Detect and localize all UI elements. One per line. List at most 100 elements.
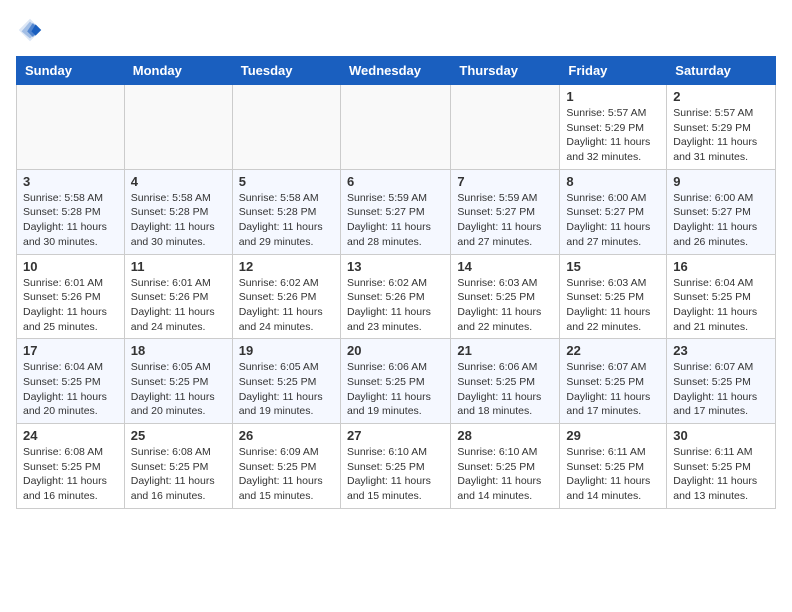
- calendar-cell: [17, 85, 125, 170]
- day-info: Sunrise: 6:08 AM Sunset: 5:25 PM Dayligh…: [23, 445, 118, 504]
- day-number: 11: [131, 259, 226, 274]
- calendar-cell: 9 Sunrise: 6:00 AM Sunset: 5:27 PM Daylig…: [667, 169, 776, 254]
- day-info: Sunrise: 6:02 AM Sunset: 5:26 PM Dayligh…: [347, 276, 444, 335]
- calendar-cell: 20 Sunrise: 6:06 AM Sunset: 5:25 PM Dayli…: [340, 339, 450, 424]
- day-info: Sunrise: 5:58 AM Sunset: 5:28 PM Dayligh…: [131, 191, 226, 250]
- calendar-cell: 12 Sunrise: 6:02 AM Sunset: 5:26 PM Dayli…: [232, 254, 340, 339]
- day-info: Sunrise: 5:59 AM Sunset: 5:27 PM Dayligh…: [347, 191, 444, 250]
- day-number: 18: [131, 343, 226, 358]
- day-number: 12: [239, 259, 334, 274]
- day-number: 14: [457, 259, 553, 274]
- day-info: Sunrise: 6:06 AM Sunset: 5:25 PM Dayligh…: [347, 360, 444, 419]
- calendar-week-3: 10Sunrise: 6:01 AM Sunset: 5:26 PM Dayli…: [17, 254, 776, 339]
- day-number: 16: [673, 259, 769, 274]
- day-number: 3: [23, 174, 118, 189]
- calendar-week-1: 1Sunrise: 5:57 AM Sunset: 5:29 PM Daylig…: [17, 85, 776, 170]
- calendar-week-5: 24 Sunrise: 6:08 AM Sunset: 5:25 PM Dayli…: [17, 424, 776, 509]
- calendar-cell: 21Sunrise: 6:06 AM Sunset: 5:25 PM Dayli…: [451, 339, 560, 424]
- calendar-cell: 19 Sunrise: 6:05 AM Sunset: 5:25 PM Dayli…: [232, 339, 340, 424]
- day-info: Sunrise: 6:03 AM Sunset: 5:25 PM Dayligh…: [566, 276, 660, 335]
- calendar-cell: 30 Sunrise: 6:11 AM Sunset: 5:25 PM Dayli…: [667, 424, 776, 509]
- day-info: Sunrise: 5:58 AM Sunset: 5:28 PM Dayligh…: [23, 191, 118, 250]
- day-number: 9: [673, 174, 769, 189]
- calendar-cell: [232, 85, 340, 170]
- day-header-tuesday: Tuesday: [232, 57, 340, 85]
- day-info: Sunrise: 6:05 AM Sunset: 5:25 PM Dayligh…: [239, 360, 334, 419]
- day-number: 17: [23, 343, 118, 358]
- day-info: Sunrise: 6:11 AM Sunset: 5:25 PM Dayligh…: [566, 445, 660, 504]
- calendar-cell: [340, 85, 450, 170]
- day-number: 20: [347, 343, 444, 358]
- page-header: [16, 16, 776, 44]
- calendar-cell: 24 Sunrise: 6:08 AM Sunset: 5:25 PM Dayli…: [17, 424, 125, 509]
- day-number: 13: [347, 259, 444, 274]
- day-info: Sunrise: 6:04 AM Sunset: 5:25 PM Dayligh…: [673, 276, 769, 335]
- calendar-cell: 27 Sunrise: 6:10 AM Sunset: 5:25 PM Dayli…: [340, 424, 450, 509]
- day-info: Sunrise: 6:00 AM Sunset: 5:27 PM Dayligh…: [566, 191, 660, 250]
- day-info: Sunrise: 5:58 AM Sunset: 5:28 PM Dayligh…: [239, 191, 334, 250]
- calendar-cell: 10Sunrise: 6:01 AM Sunset: 5:26 PM Dayli…: [17, 254, 125, 339]
- day-number: 26: [239, 428, 334, 443]
- day-number: 2: [673, 89, 769, 104]
- logo-icon: [16, 16, 44, 44]
- day-header-sunday: Sunday: [17, 57, 125, 85]
- calendar-cell: 28Sunrise: 6:10 AM Sunset: 5:25 PM Dayli…: [451, 424, 560, 509]
- day-number: 6: [347, 174, 444, 189]
- calendar-cell: 13 Sunrise: 6:02 AM Sunset: 5:26 PM Dayli…: [340, 254, 450, 339]
- calendar-week-4: 17 Sunrise: 6:04 AM Sunset: 5:25 PM Dayli…: [17, 339, 776, 424]
- day-info: Sunrise: 6:06 AM Sunset: 5:25 PM Dayligh…: [457, 360, 553, 419]
- day-header-monday: Monday: [124, 57, 232, 85]
- calendar-cell: 23Sunrise: 6:07 AM Sunset: 5:25 PM Dayli…: [667, 339, 776, 424]
- day-header-saturday: Saturday: [667, 57, 776, 85]
- day-number: 5: [239, 174, 334, 189]
- day-number: 15: [566, 259, 660, 274]
- day-number: 19: [239, 343, 334, 358]
- calendar-cell: 7 Sunrise: 5:59 AM Sunset: 5:27 PM Daylig…: [451, 169, 560, 254]
- day-number: 8: [566, 174, 660, 189]
- calendar-cell: 22 Sunrise: 6:07 AM Sunset: 5:25 PM Dayli…: [560, 339, 667, 424]
- calendar-header-row: SundayMondayTuesdayWednesdayThursdayFrid…: [17, 57, 776, 85]
- day-info: Sunrise: 6:07 AM Sunset: 5:25 PM Dayligh…: [566, 360, 660, 419]
- day-header-thursday: Thursday: [451, 57, 560, 85]
- day-number: 30: [673, 428, 769, 443]
- calendar-cell: 25 Sunrise: 6:08 AM Sunset: 5:25 PM Dayli…: [124, 424, 232, 509]
- calendar-cell: 6 Sunrise: 5:59 AM Sunset: 5:27 PM Daylig…: [340, 169, 450, 254]
- day-info: Sunrise: 6:11 AM Sunset: 5:25 PM Dayligh…: [673, 445, 769, 504]
- day-info: Sunrise: 5:57 AM Sunset: 5:29 PM Dayligh…: [566, 106, 660, 165]
- calendar-cell: 15 Sunrise: 6:03 AM Sunset: 5:25 PM Dayli…: [560, 254, 667, 339]
- day-number: 27: [347, 428, 444, 443]
- calendar-cell: [451, 85, 560, 170]
- day-number: 22: [566, 343, 660, 358]
- calendar-table: SundayMondayTuesdayWednesdayThursdayFrid…: [16, 56, 776, 509]
- day-info: Sunrise: 6:09 AM Sunset: 5:25 PM Dayligh…: [239, 445, 334, 504]
- day-info: Sunrise: 6:00 AM Sunset: 5:27 PM Dayligh…: [673, 191, 769, 250]
- calendar-cell: 14 Sunrise: 6:03 AM Sunset: 5:25 PM Dayli…: [451, 254, 560, 339]
- calendar-cell: 8 Sunrise: 6:00 AM Sunset: 5:27 PM Daylig…: [560, 169, 667, 254]
- day-info: Sunrise: 6:03 AM Sunset: 5:25 PM Dayligh…: [457, 276, 553, 335]
- day-number: 10: [23, 259, 118, 274]
- day-number: 24: [23, 428, 118, 443]
- day-number: 4: [131, 174, 226, 189]
- day-number: 29: [566, 428, 660, 443]
- calendar-cell: 29 Sunrise: 6:11 AM Sunset: 5:25 PM Dayli…: [560, 424, 667, 509]
- day-number: 25: [131, 428, 226, 443]
- day-number: 28: [457, 428, 553, 443]
- calendar-cell: 4 Sunrise: 5:58 AM Sunset: 5:28 PM Daylig…: [124, 169, 232, 254]
- day-info: Sunrise: 6:08 AM Sunset: 5:25 PM Dayligh…: [131, 445, 226, 504]
- calendar-cell: 18 Sunrise: 6:05 AM Sunset: 5:25 PM Dayli…: [124, 339, 232, 424]
- day-info: Sunrise: 5:57 AM Sunset: 5:29 PM Dayligh…: [673, 106, 769, 165]
- calendar-cell: 2 Sunrise: 5:57 AM Sunset: 5:29 PM Daylig…: [667, 85, 776, 170]
- day-info: Sunrise: 6:02 AM Sunset: 5:26 PM Dayligh…: [239, 276, 334, 335]
- day-number: 7: [457, 174, 553, 189]
- calendar-cell: 1Sunrise: 5:57 AM Sunset: 5:29 PM Daylig…: [560, 85, 667, 170]
- day-info: Sunrise: 6:05 AM Sunset: 5:25 PM Dayligh…: [131, 360, 226, 419]
- day-info: Sunrise: 6:04 AM Sunset: 5:25 PM Dayligh…: [23, 360, 118, 419]
- day-header-wednesday: Wednesday: [340, 57, 450, 85]
- day-number: 23: [673, 343, 769, 358]
- day-info: Sunrise: 5:59 AM Sunset: 5:27 PM Dayligh…: [457, 191, 553, 250]
- day-info: Sunrise: 6:10 AM Sunset: 5:25 PM Dayligh…: [347, 445, 444, 504]
- calendar-cell: 17 Sunrise: 6:04 AM Sunset: 5:25 PM Dayli…: [17, 339, 125, 424]
- calendar-cell: 3 Sunrise: 5:58 AM Sunset: 5:28 PM Daylig…: [17, 169, 125, 254]
- calendar-cell: 16 Sunrise: 6:04 AM Sunset: 5:25 PM Dayli…: [667, 254, 776, 339]
- calendar-cell: 26 Sunrise: 6:09 AM Sunset: 5:25 PM Dayli…: [232, 424, 340, 509]
